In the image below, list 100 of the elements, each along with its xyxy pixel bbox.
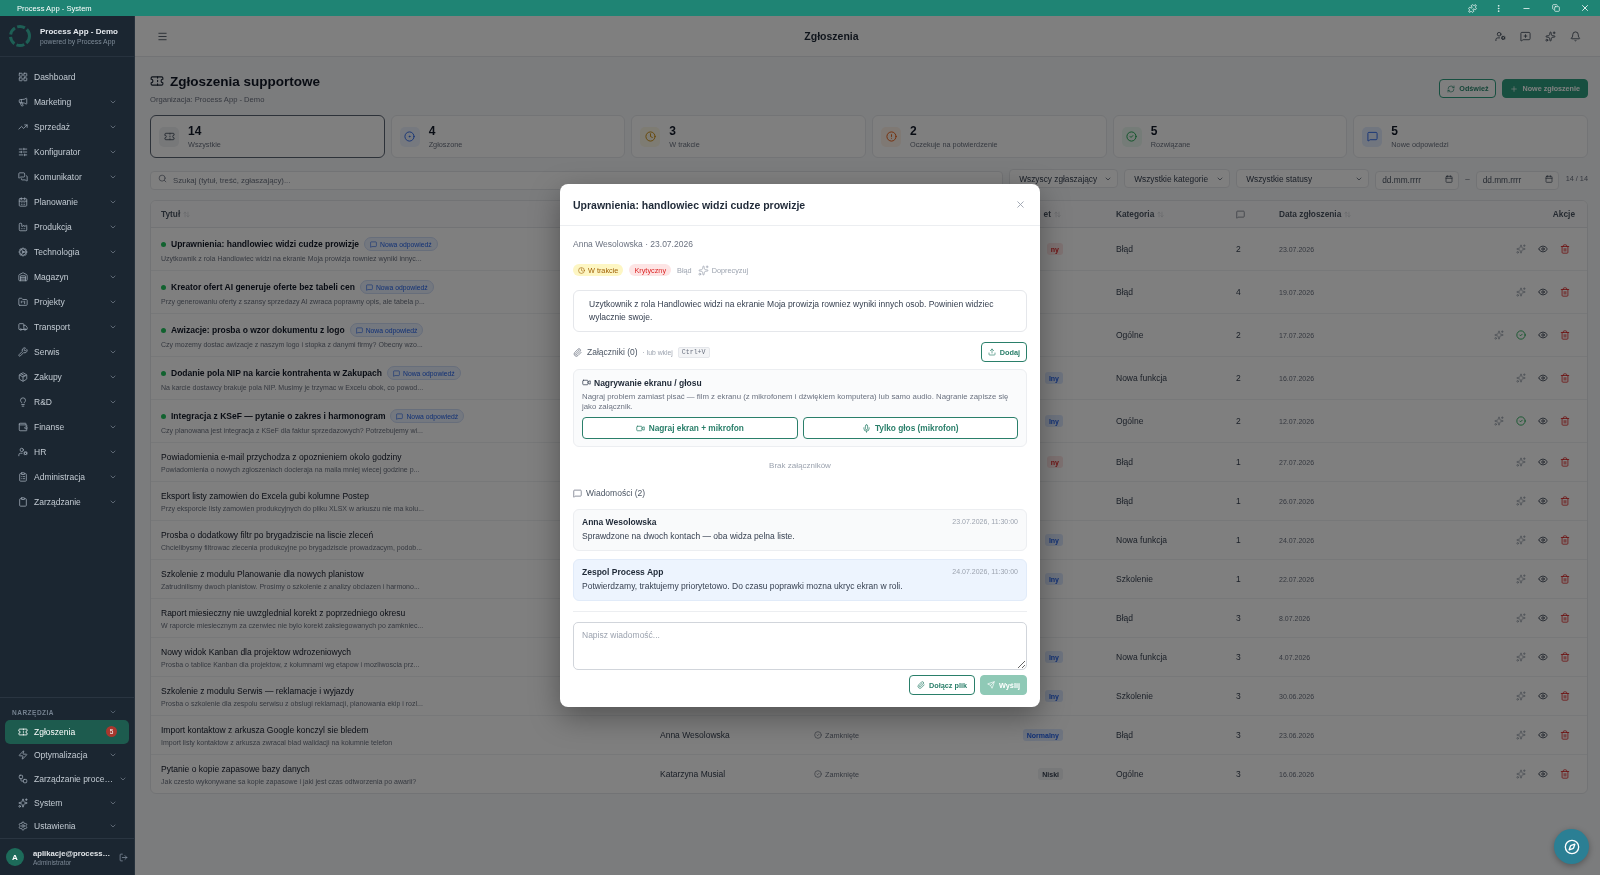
eye-icon[interactable]	[1538, 691, 1548, 701]
eye-icon[interactable]	[1538, 613, 1548, 623]
nav-item[interactable]: R&D	[5, 389, 129, 414]
nav-item[interactable]: Technologia	[5, 239, 129, 264]
eye-icon[interactable]	[1538, 416, 1548, 426]
date-field[interactable]: dd.mm.rrrr	[1375, 170, 1460, 190]
record-screen-button[interactable]: Nagraj ekran + mikrofon	[582, 417, 798, 439]
message-input[interactable]: Napisz wiadomość...	[573, 622, 1027, 670]
nav-item[interactable]: HR	[5, 439, 129, 464]
trash-icon[interactable]	[1560, 574, 1570, 584]
nav-item[interactable]: Finanse	[5, 414, 129, 439]
sparkles-icon[interactable]	[1516, 373, 1526, 383]
nav-item[interactable]: Komunikator	[5, 164, 129, 189]
close-icon[interactable]	[1580, 3, 1590, 13]
column-header[interactable]: et	[1043, 209, 1061, 219]
eye-icon[interactable]	[1538, 535, 1548, 545]
sparkles-icon[interactable]	[1516, 652, 1526, 662]
nav-item[interactable]: Projekty	[5, 289, 129, 314]
trash-icon[interactable]	[1560, 496, 1570, 506]
sparkles-icon[interactable]	[1516, 769, 1526, 779]
eye-icon[interactable]	[1538, 244, 1548, 254]
check-circle-icon[interactable]	[1516, 330, 1526, 340]
ticket-title[interactable]: Eksport listy zamowien do Excela gubi kolumne Postep	[161, 491, 369, 501]
nav-item[interactable]: Sprzedaż	[5, 114, 129, 139]
eye-icon[interactable]	[1538, 287, 1548, 297]
filter-dropdown[interactable]: Wszyscy zgłaszający	[1009, 169, 1119, 188]
nav-item[interactable]: Zarządzanie	[5, 489, 129, 514]
nav-item[interactable]: Planowanie	[5, 189, 129, 214]
sparkles-icon[interactable]	[1516, 287, 1526, 297]
ticket-title[interactable]: Awizacje: prosba o wzor dokumentu z logo	[171, 325, 345, 335]
sparkles-icon[interactable]	[1494, 330, 1504, 340]
eye-icon[interactable]	[1538, 769, 1548, 779]
column-header[interactable]: Kategoria	[1116, 209, 1165, 219]
trash-icon[interactable]	[1560, 330, 1570, 340]
floating-action-button[interactable]	[1554, 829, 1589, 864]
trash-icon[interactable]	[1560, 613, 1570, 623]
eye-icon[interactable]	[1538, 330, 1548, 340]
ticket-title[interactable]: Szkolenie z modulu Planowanie dla nowych planistow	[161, 569, 364, 579]
ticket-title[interactable]: Kreator ofert AI generuje oferte bez tabeli cen	[171, 282, 355, 292]
restore-icon[interactable]	[1551, 4, 1560, 12]
eye-icon[interactable]	[1538, 373, 1548, 383]
nav-item[interactable]: Transport	[5, 314, 129, 339]
filter-dropdown[interactable]: Wszystkie statusy	[1236, 169, 1370, 188]
trash-icon[interactable]	[1560, 769, 1570, 779]
eye-icon[interactable]	[1538, 574, 1548, 584]
sparkles-icon[interactable]	[1516, 574, 1526, 584]
sparkles-icon[interactable]	[1516, 691, 1526, 701]
bell-icon[interactable]	[1570, 30, 1581, 42]
user-gear-icon[interactable]	[1495, 30, 1506, 42]
sparkles-icon[interactable]	[1516, 244, 1526, 254]
nav-item[interactable]: Serwis	[5, 339, 129, 364]
eye-icon[interactable]	[1538, 457, 1548, 467]
nav-item[interactable]: Zakupy	[5, 364, 129, 389]
sparkles-icon[interactable]	[1516, 457, 1526, 467]
date-field[interactable]: dd.mm.rrrr	[1475, 170, 1559, 190]
ticket-title[interactable]: Integracja z KSeF — pytanie o zakres i harmonogram	[171, 411, 386, 421]
trash-icon[interactable]	[1560, 244, 1570, 254]
eye-icon[interactable]	[1538, 652, 1548, 662]
nav-item[interactable]: Dashboard	[5, 64, 129, 89]
trash-icon[interactable]	[1560, 457, 1570, 467]
ticket-title[interactable]: Pytanie o kopie zapasowe bazy danych	[161, 764, 310, 774]
check-circle-icon[interactable]	[1516, 416, 1526, 426]
nav-item[interactable]: Zarządzanie proce…	[5, 767, 129, 791]
close-icon[interactable]	[1015, 199, 1026, 210]
ticket-title[interactable]: Powiadomienia e-mail przychodza z opoznieniem okolo godziny	[161, 452, 402, 462]
sparkles-icon[interactable]	[1516, 496, 1526, 506]
nav-item[interactable]: System	[5, 790, 129, 815]
nav-item[interactable]: Marketing	[5, 89, 129, 114]
sparkles-icon[interactable]	[1516, 613, 1526, 623]
eye-icon[interactable]	[1538, 496, 1548, 506]
menu-icon[interactable]	[157, 30, 168, 42]
ticket-title[interactable]: Prosba o dodatkowy filtr po brygadziscie na liscie zleceń	[161, 530, 374, 540]
trash-icon[interactable]	[1560, 652, 1570, 662]
puzzle-icon[interactable]	[1467, 3, 1477, 13]
record-voice-button[interactable]: Tylko głos (mikrofon)	[802, 417, 1018, 439]
trash-icon[interactable]	[1560, 373, 1570, 383]
trash-icon[interactable]	[1560, 416, 1570, 426]
nav-item[interactable]: Optymalizacja	[5, 743, 129, 768]
column-header[interactable]: Tytuł	[161, 209, 191, 219]
nav-item[interactable]: Magazyn	[5, 264, 129, 289]
message-plus-icon[interactable]	[1520, 30, 1531, 42]
trash-icon[interactable]	[1560, 535, 1570, 545]
nav-item[interactable]: Administracja	[5, 464, 129, 489]
ticket-title[interactable]: Raport miesieczny nie uwzglednial korekt z poprzedniego okresu	[161, 608, 406, 618]
ticket-title[interactable]: Uprawnienia: handlowiec widzi cudze prowizje	[171, 239, 359, 249]
nav-item[interactable]: Ustawienia	[5, 814, 129, 838]
sparkles-icon[interactable]	[1516, 535, 1526, 545]
ticket-title[interactable]: Nowy widok Kanban dla projektow wdrozeniowych	[161, 647, 351, 657]
logout-icon[interactable]	[119, 852, 128, 862]
nav-item[interactable]: Produkcja	[5, 214, 129, 239]
eye-icon[interactable]	[1538, 730, 1548, 740]
trash-icon[interactable]	[1560, 730, 1570, 740]
ticket-title[interactable]: Szkolenie z modulu Serwis — reklamacje i wyjazdy	[161, 686, 354, 696]
trash-icon[interactable]	[1560, 287, 1570, 297]
ticket-title[interactable]: Import kontaktow z arkusza Google konczyl sie bledem	[161, 725, 369, 735]
nav-item[interactable]: Konfigurator	[5, 139, 129, 164]
sparkles-icon[interactable]	[1494, 416, 1504, 426]
sparkles-icon[interactable]	[1545, 30, 1556, 42]
trash-icon[interactable]	[1560, 691, 1570, 701]
column-header[interactable]: Data zgłoszenia	[1279, 209, 1352, 219]
